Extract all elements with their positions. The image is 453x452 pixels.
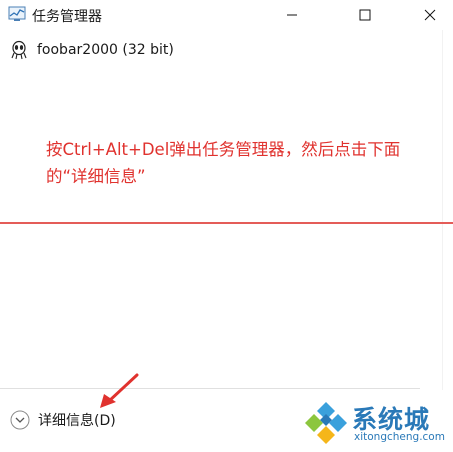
close-icon bbox=[424, 9, 436, 21]
more-details-label: 详细信息(D) bbox=[38, 413, 116, 429]
footer-divider bbox=[0, 388, 420, 389]
more-details-button[interactable]: 详细信息(D) bbox=[10, 408, 116, 432]
close-button[interactable] bbox=[407, 0, 453, 30]
window-title: 任务管理器 bbox=[32, 9, 102, 25]
minimize-button[interactable] bbox=[269, 0, 315, 30]
minimize-icon bbox=[287, 14, 297, 16]
maximize-button[interactable] bbox=[342, 0, 388, 30]
process-row[interactable]: foobar2000 (32 bit) bbox=[0, 36, 420, 64]
chevron-down-icon bbox=[10, 410, 30, 430]
title-bar: 任务管理器 bbox=[0, 0, 453, 30]
scroll-track bbox=[442, 30, 443, 390]
watermark: 系统城 xitongcheng.com bbox=[300, 398, 450, 452]
annotation-underline bbox=[0, 222, 453, 224]
maximize-icon bbox=[359, 9, 371, 21]
instruction-annotation: 按Ctrl+Alt+Del弹出任务管理器，然后点击下面的“详细信息” bbox=[46, 140, 401, 186]
process-name: foobar2000 (32 bit) bbox=[37, 42, 174, 58]
watermark-logo-icon bbox=[305, 402, 347, 444]
annotation-arrow-icon bbox=[100, 373, 139, 408]
task-manager-icon bbox=[8, 6, 26, 21]
watermark-domain: xitongcheng.com bbox=[354, 431, 445, 443]
foobar2000-icon bbox=[11, 40, 27, 60]
